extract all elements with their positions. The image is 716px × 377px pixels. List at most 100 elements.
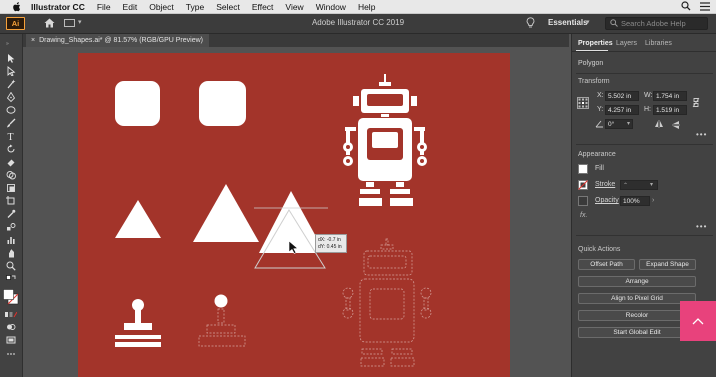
recolor-button[interactable]: Recolor	[578, 310, 696, 321]
artboard-tool-icon[interactable]	[5, 196, 17, 206]
menu-type[interactable]: Type	[186, 2, 204, 12]
document-tab[interactable]: × Drawing_Shapes.ai* @ 81.57% (RGB/GPU P…	[26, 34, 209, 47]
flip-horizontal-icon[interactable]	[654, 120, 664, 130]
menu-help[interactable]: Help	[358, 2, 375, 12]
menu-bar: Illustrator CC File Edit Object Type Sel…	[0, 0, 716, 14]
menu-effect[interactable]: Effect	[252, 2, 274, 12]
x-position-field[interactable]: 5.502 in	[605, 91, 639, 101]
large-triangle-shape	[193, 184, 259, 242]
y-label: Y:	[597, 106, 604, 113]
fx-button[interactable]: fx.	[580, 212, 587, 219]
free-transform-tool-icon[interactable]	[5, 183, 17, 193]
menu-edit[interactable]: Edit	[123, 2, 138, 12]
panel-tabs: Properties Layers Libraries	[572, 37, 716, 52]
stroke-dropdown-chevron-icon[interactable]: ▾	[650, 181, 653, 188]
reference-point-icon[interactable]	[577, 97, 589, 111]
angle-dropdown-chevron-icon[interactable]: ▾	[627, 120, 630, 127]
chevron-up-icon	[692, 312, 704, 330]
stroke-stepper-icon[interactable]: ⌃	[623, 182, 628, 189]
shape-builder-tool-icon[interactable]	[5, 170, 17, 180]
w-label: W:	[644, 92, 653, 99]
stroke-swatch[interactable]	[578, 180, 588, 192]
swap-fill-stroke-icon[interactable]	[5, 275, 17, 285]
y-position-field[interactable]: 4.257 in	[605, 105, 639, 115]
apple-icon[interactable]	[11, 1, 21, 12]
lightbulb-icon[interactable]	[526, 17, 535, 31]
color-mode-icon[interactable]	[5, 310, 17, 320]
opacity-value: 100%	[623, 197, 640, 205]
opacity-icon	[578, 196, 588, 206]
width-field[interactable]: 1.754 in	[653, 91, 687, 101]
divider	[576, 235, 713, 236]
menu-app-name[interactable]: Illustrator CC	[31, 2, 85, 12]
document-tab-label: Drawing_Shapes.ai* @ 81.57% (RGB/GPU Pre…	[39, 37, 203, 44]
artboard[interactable]: dX: -0.7 in dY: 0.45 in	[78, 53, 510, 377]
tab-properties[interactable]: Properties	[578, 40, 613, 47]
offset-path-button[interactable]: Offset Path	[578, 259, 635, 270]
eraser-tool-icon[interactable]	[5, 157, 17, 167]
drawing-mode-icon[interactable]	[5, 322, 17, 332]
fill-stroke-swatch[interactable]	[3, 289, 19, 305]
svg-text:»: »	[6, 41, 9, 45]
menu-object[interactable]: Object	[149, 2, 174, 12]
menu-file[interactable]: File	[97, 2, 111, 12]
selection-type-label: Polygon	[578, 60, 604, 67]
workspace-chevron-icon[interactable]: ▾	[586, 18, 590, 26]
expand-shape-button[interactable]: Expand Shape	[639, 259, 696, 270]
hand-tool-icon[interactable]	[5, 248, 17, 258]
help-search-input[interactable]	[621, 19, 707, 28]
opacity-field[interactable]: 100%	[620, 196, 650, 206]
menu-list-icon[interactable]	[700, 1, 710, 13]
x-label: X:	[597, 92, 604, 99]
workspace-switcher[interactable]: Essentials	[548, 18, 588, 27]
active-tab-underline	[576, 50, 608, 51]
edit-toolbar-icon[interactable]	[5, 349, 17, 359]
blend-tool-icon[interactable]	[5, 222, 17, 232]
constrain-proportions-icon[interactable]	[692, 97, 700, 110]
menu-window[interactable]: Window	[316, 2, 346, 12]
stroke-label[interactable]: Stroke	[595, 181, 615, 188]
pen-tool-icon[interactable]	[5, 92, 17, 102]
opacity-label[interactable]: Opacity	[595, 197, 619, 204]
appearance-more-options-icon[interactable]: •••	[696, 222, 707, 231]
screen-mode-icon[interactable]	[5, 335, 17, 345]
eyedropper-tool-icon[interactable]	[5, 209, 17, 219]
spotlight-search-icon[interactable]	[681, 1, 691, 13]
width-value: 1.754 in	[656, 92, 680, 100]
help-search-field[interactable]	[605, 17, 708, 30]
rotate-tool-icon[interactable]	[5, 144, 17, 154]
collapse-panel-icon[interactable]: »	[5, 38, 17, 48]
flip-vertical-icon[interactable]	[672, 120, 680, 132]
transform-more-options-icon[interactable]: •••	[696, 130, 707, 139]
magic-wand-tool-icon[interactable]	[5, 79, 17, 89]
x-position-value: 5.502 in	[608, 92, 632, 100]
menu-select[interactable]: Select	[216, 2, 240, 12]
align-to-pixel-grid-button[interactable]: Align to Pixel Grid	[578, 293, 696, 304]
zoom-tool-icon[interactable]	[5, 261, 17, 271]
ellipse-tool-icon[interactable]	[5, 105, 17, 115]
type-tool-icon[interactable]: T	[5, 131, 17, 141]
scroll-to-top-button[interactable]	[680, 301, 716, 341]
tooltip-dx: dX: -0.7 in	[318, 237, 341, 243]
opacity-arrow-icon[interactable]: ›	[652, 197, 654, 204]
height-field[interactable]: 1.519 in	[653, 105, 687, 115]
close-icon[interactable]: ×	[31, 37, 35, 44]
start-global-edit-button[interactable]: Start Global Edit	[578, 327, 696, 338]
selection-tool-icon[interactable]	[5, 53, 17, 63]
arrange-button[interactable]: Arrange	[578, 276, 696, 287]
rounded-square-shape	[115, 81, 160, 126]
joystick-dashed-outline	[198, 294, 246, 347]
height-value: 1.519 in	[656, 106, 680, 114]
paintbrush-tool-icon[interactable]	[5, 118, 17, 128]
fill-swatch[interactable]	[578, 164, 588, 174]
tab-layers[interactable]: Layers	[616, 40, 637, 47]
tab-libraries[interactable]: Libraries	[645, 40, 672, 47]
transform-section-title: Transform	[578, 78, 610, 85]
divider	[576, 73, 713, 74]
graph-tool-icon[interactable]	[5, 235, 17, 245]
menu-view[interactable]: View	[285, 2, 303, 12]
direct-selection-tool-icon[interactable]	[5, 66, 17, 76]
canvas-area[interactable]: dX: -0.7 in dY: 0.45 in	[23, 48, 569, 377]
h-label: H:	[644, 106, 651, 113]
svg-text:T: T	[8, 132, 14, 141]
